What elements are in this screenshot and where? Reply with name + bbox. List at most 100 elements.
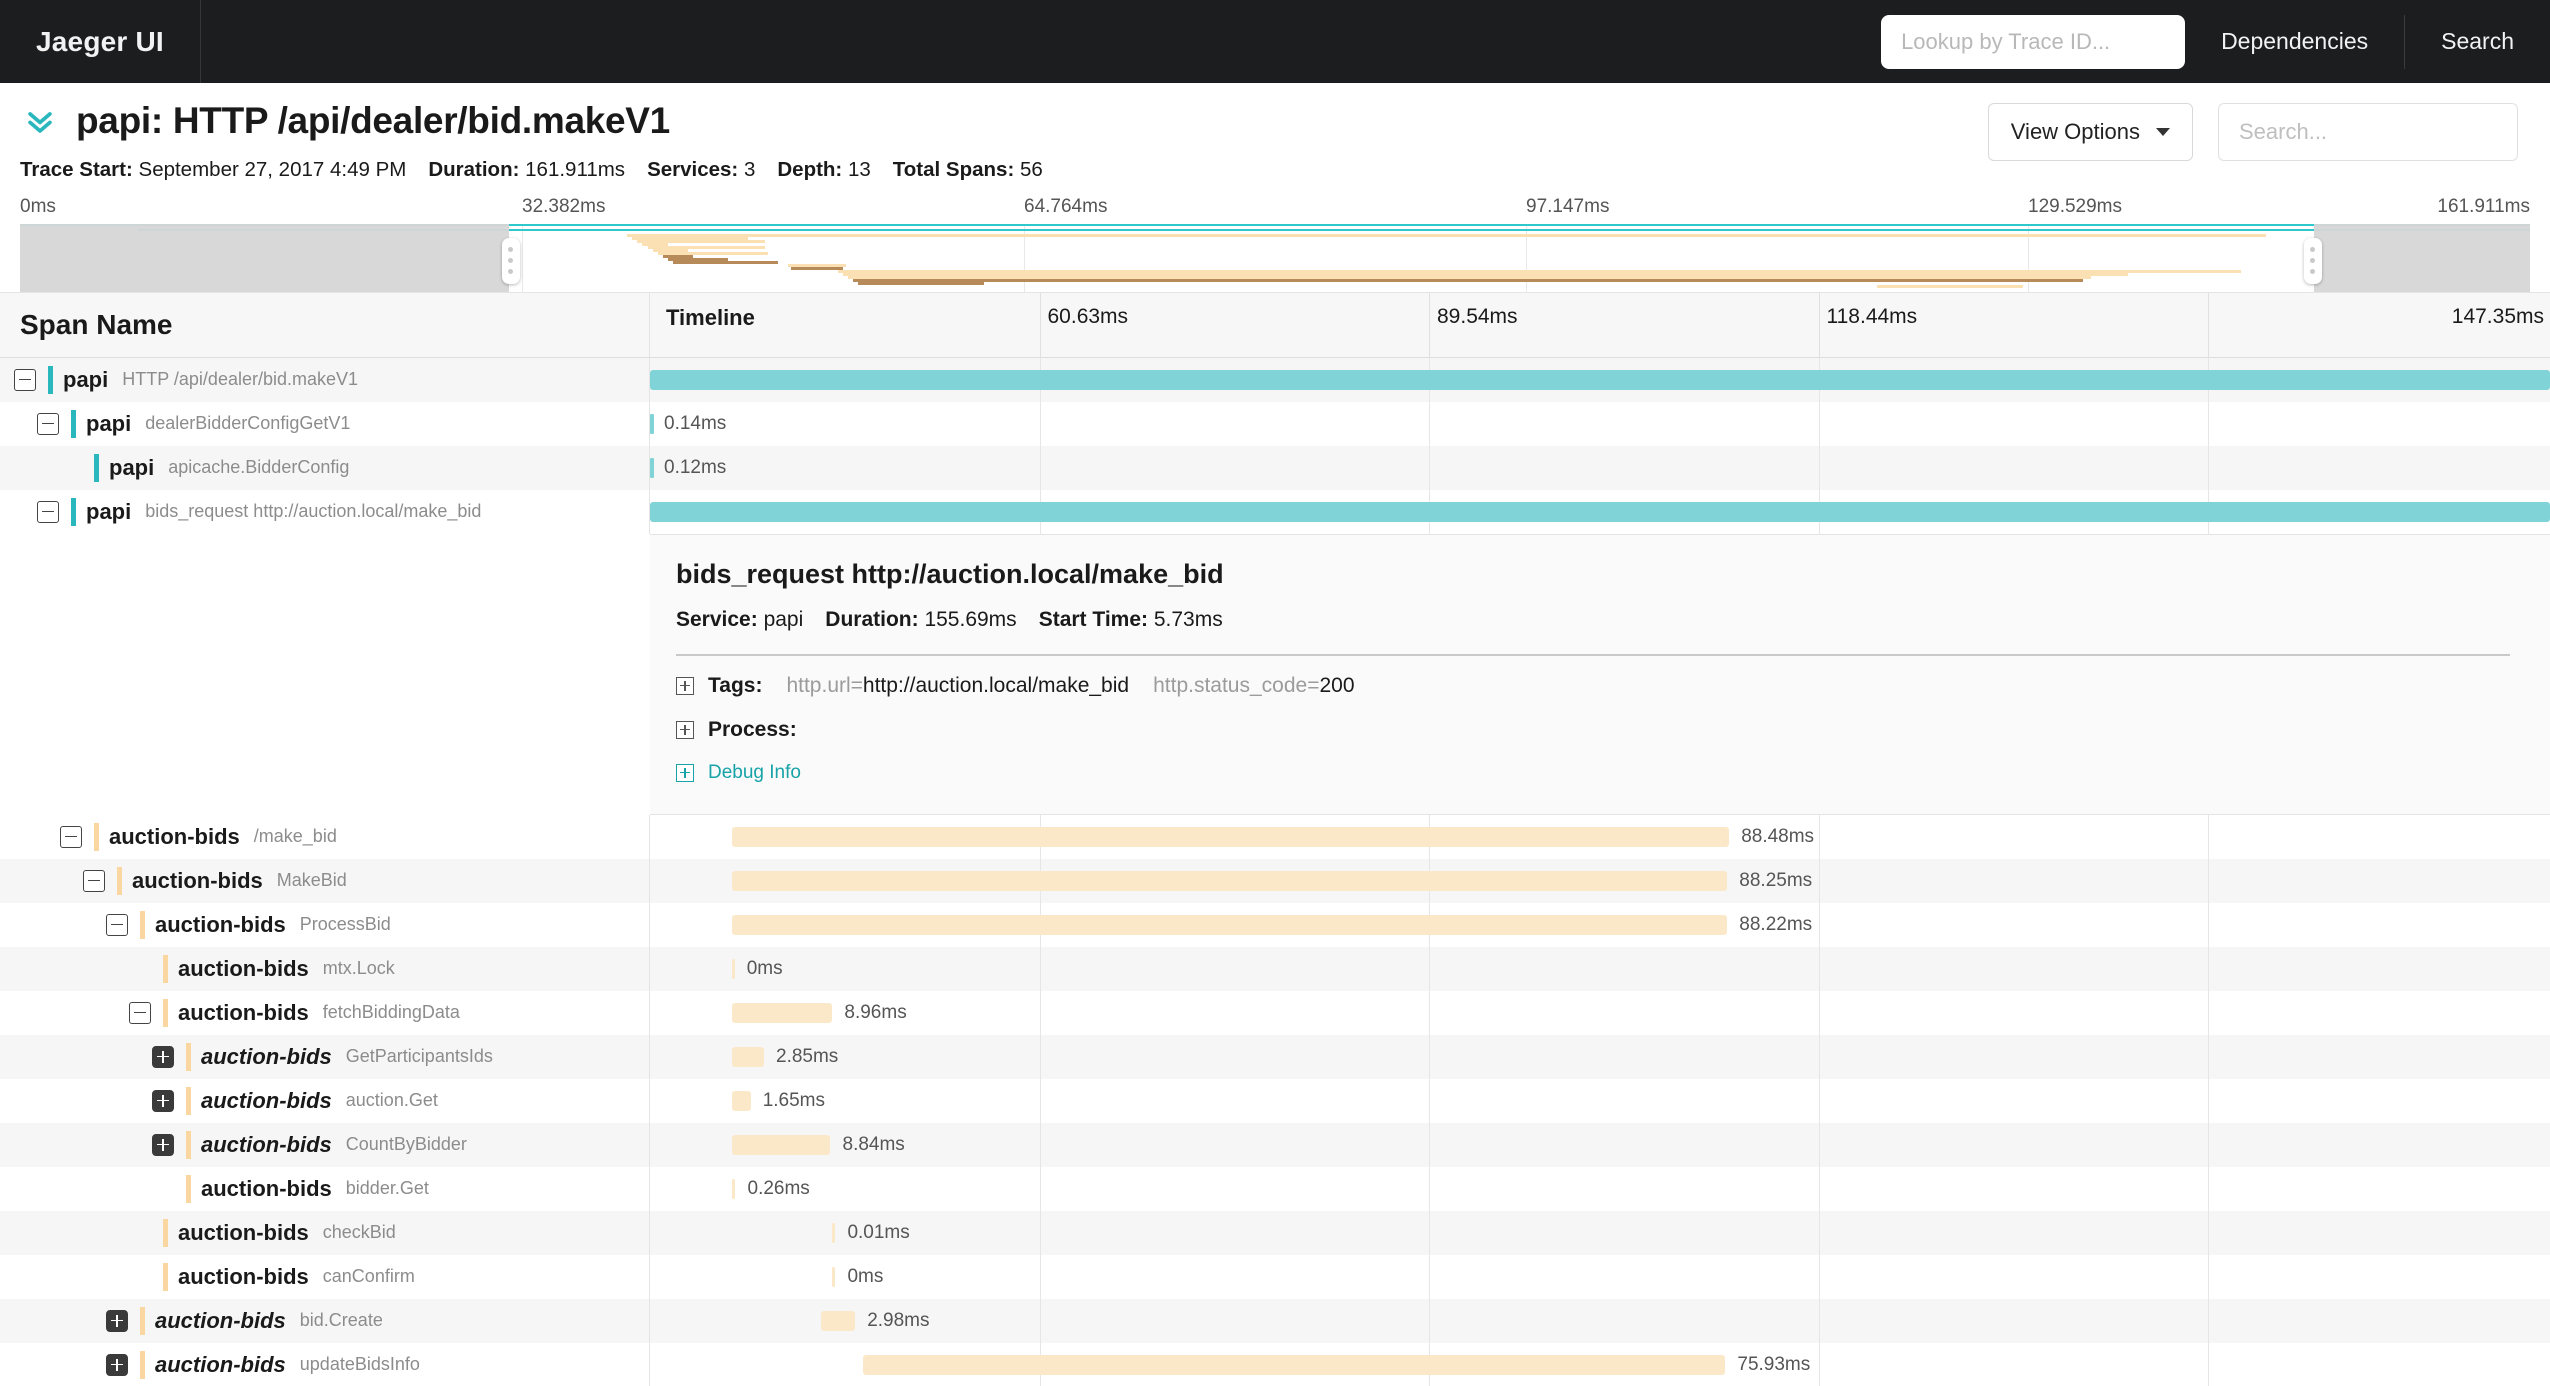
table-row[interactable]: papi dealerBidderConfigGetV1 0.14ms xyxy=(0,401,2550,446)
span-name-cell[interactable]: auction-bids bidder.Get xyxy=(0,1166,650,1211)
expand-span-plus-icon[interactable] xyxy=(106,1353,128,1376)
span-duration-bar[interactable] xyxy=(862,1354,1726,1375)
span-timeline-cell[interactable]: 0.12ms xyxy=(650,445,2550,490)
span-timeline-cell[interactable]: 75.93ms xyxy=(650,1342,2550,1386)
span-name-cell[interactable]: auction-bids checkBid xyxy=(0,1210,650,1255)
debug-info-link[interactable]: Debug Info xyxy=(708,762,801,784)
expand-process-plus-icon[interactable] xyxy=(676,720,694,739)
nav-link-dependencies[interactable]: Dependencies xyxy=(2185,0,2404,83)
collapse-span-minus-icon[interactable] xyxy=(129,1001,151,1024)
collapse-span-minus-icon[interactable] xyxy=(83,869,105,892)
table-row[interactable]: auction-bids updateBidsInfo 75.93ms xyxy=(0,1342,2550,1386)
span-service-name: papi xyxy=(86,498,132,524)
expand-tags-plus-icon[interactable] xyxy=(676,676,694,695)
nav-link-search[interactable]: Search xyxy=(2405,0,2550,83)
span-name-cell[interactable]: auction-bids ProcessBid xyxy=(0,902,650,947)
collapse-span-minus-icon[interactable] xyxy=(37,500,59,523)
expand-span-plus-icon[interactable] xyxy=(152,1089,174,1112)
minimap-canvas[interactable] xyxy=(20,223,2530,292)
collapse-span-minus-icon[interactable] xyxy=(14,368,36,391)
table-row[interactable]: papi apicache.BidderConfig 0.12ms xyxy=(0,445,2550,490)
collapse-span-minus-icon[interactable] xyxy=(106,913,128,936)
span-timeline-cell[interactable] xyxy=(650,489,2550,534)
span-duration-bar[interactable] xyxy=(731,1134,831,1155)
span-timeline-cell[interactable]: 0ms xyxy=(650,1254,2550,1299)
span-duration-bar[interactable] xyxy=(731,914,1728,935)
span-duration-bar[interactable] xyxy=(731,1090,751,1111)
expand-span-plus-icon[interactable] xyxy=(152,1133,174,1156)
span-name-cell[interactable]: auction-bids updateBidsInfo xyxy=(0,1342,650,1386)
span-timeline-cell[interactable]: 88.22ms xyxy=(650,902,2550,947)
table-row[interactable]: auction-bids bidder.Get 0.26ms xyxy=(0,1166,2550,1211)
span-name-cell[interactable]: auction-bids bid.Create xyxy=(0,1298,650,1343)
span-duration-bar[interactable] xyxy=(731,1002,833,1023)
tag-http-status-code[interactable]: http.status_code=200 xyxy=(1153,674,1354,698)
span-duration-bar[interactable] xyxy=(731,958,735,979)
app-brand[interactable]: Jaeger UI xyxy=(0,26,200,58)
span-timeline-cell[interactable]: 0.26ms xyxy=(650,1166,2550,1211)
span-timeline-cell[interactable]: 0ms xyxy=(650,946,2550,991)
span-timeline-cell[interactable]: 8.96ms xyxy=(650,990,2550,1035)
span-name-cell[interactable]: auction-bids canConfirm xyxy=(0,1254,650,1299)
span-timeline-cell[interactable] xyxy=(650,357,2550,402)
span-timeline-cell[interactable]: 1.65ms xyxy=(650,1078,2550,1123)
span-name-cell[interactable]: auction-bids CountByBidder xyxy=(0,1122,650,1167)
span-name-cell[interactable]: papi bids_request http://auction.local/ma… xyxy=(0,489,650,534)
span-name-cell[interactable]: papi HTTP /api/dealer/bid.makeV1 xyxy=(0,357,650,402)
table-row[interactable]: auction-bids CountByBidder 8.84ms xyxy=(0,1122,2550,1167)
table-row[interactable]: auction-bids ProcessBid 88.22ms xyxy=(0,902,2550,947)
collapse-span-minus-icon[interactable] xyxy=(37,412,59,435)
table-row[interactable]: papi bids_request http://auction.local/ma… xyxy=(0,489,2550,534)
span-timeline-cell[interactable]: 0.14ms xyxy=(650,401,2550,446)
span-name-cell[interactable]: auction-bids auction.Get xyxy=(0,1078,650,1123)
span-duration-bar[interactable] xyxy=(650,501,2550,522)
span-duration-bar[interactable] xyxy=(650,457,654,478)
table-row[interactable]: auction-bids auction.Get 1.65ms xyxy=(0,1078,2550,1123)
table-row[interactable]: auction-bids MakeBid 88.25ms xyxy=(0,858,2550,903)
span-duration-bar[interactable] xyxy=(731,870,1728,891)
span-name-cell[interactable]: auction-bids fetchBiddingData xyxy=(0,990,650,1035)
span-duration-bar[interactable] xyxy=(832,1266,836,1287)
span-timeline-cell[interactable]: 88.25ms xyxy=(650,858,2550,903)
minimap-right-shade[interactable] xyxy=(2314,223,2530,292)
span-name-cell[interactable]: auction-bids MakeBid xyxy=(0,858,650,903)
span-timeline-cell[interactable]: 2.85ms xyxy=(650,1034,2550,1079)
span-duration-bar[interactable] xyxy=(650,369,2550,390)
trace-id-lookup-input[interactable] xyxy=(1881,14,2186,69)
span-name-cell[interactable]: auction-bids GetParticipantsIds xyxy=(0,1034,650,1079)
span-duration-bar[interactable] xyxy=(731,1178,736,1199)
span-duration-bar[interactable] xyxy=(650,413,654,434)
span-name-cell[interactable]: auction-bids/make_bid xyxy=(0,814,650,859)
table-row[interactable]: auction-bids/make_bid 88.48ms xyxy=(0,814,2550,859)
span-duration-bar[interactable] xyxy=(821,1310,856,1331)
span-name-cell[interactable]: auction-bids mtx.Lock xyxy=(0,946,650,991)
span-timeline-cell[interactable]: 8.84ms xyxy=(650,1122,2550,1167)
table-row[interactable]: auction-bids fetchBiddingData 8.96ms xyxy=(0,990,2550,1035)
expand-span-plus-icon[interactable] xyxy=(152,1045,174,1068)
span-timeline-cell[interactable]: 2.98ms xyxy=(650,1298,2550,1343)
double-chevron-down-icon[interactable] xyxy=(20,101,60,141)
view-options-button[interactable]: View Options xyxy=(1987,103,2193,161)
span-timeline-cell[interactable]: 88.48ms xyxy=(650,814,2550,859)
collapse-span-minus-icon[interactable] xyxy=(60,825,82,848)
table-row[interactable]: auction-bids GetParticipantsIds 2.85ms xyxy=(0,1034,2550,1079)
span-name-cell[interactable]: papi dealerBidderConfigGetV1 xyxy=(0,401,650,446)
table-row[interactable]: auction-bids bid.Create 2.98ms xyxy=(0,1298,2550,1343)
span-timeline-cell[interactable]: 0.01ms xyxy=(650,1210,2550,1255)
minimap-right-drag-handle[interactable] xyxy=(2303,237,2322,284)
span-duration-bar[interactable] xyxy=(731,826,1730,847)
expand-debug-plus-icon[interactable] xyxy=(676,763,694,782)
span-duration-bar[interactable] xyxy=(731,1046,764,1067)
span-duration-bar[interactable] xyxy=(832,1222,836,1243)
table-row[interactable]: auction-bids mtx.Lock 0ms xyxy=(0,946,2550,991)
table-row[interactable]: auction-bids checkBid 0.01ms xyxy=(0,1210,2550,1255)
expand-span-plus-icon[interactable] xyxy=(106,1309,128,1332)
minimap-left-shade[interactable] xyxy=(20,223,510,292)
span-name-cell[interactable]: papi apicache.BidderConfig xyxy=(0,445,650,490)
table-row[interactable]: auction-bids canConfirm 0ms xyxy=(0,1254,2550,1299)
detail-debug-row[interactable]: Debug Info xyxy=(676,762,2510,784)
table-row[interactable]: papi HTTP /api/dealer/bid.makeV1 xyxy=(0,357,2550,402)
minimap-left-drag-handle[interactable] xyxy=(501,237,520,284)
search-input[interactable] xyxy=(2218,103,2518,161)
tag-http-url[interactable]: http.url=http://auction.local/make_bid xyxy=(786,674,1129,698)
